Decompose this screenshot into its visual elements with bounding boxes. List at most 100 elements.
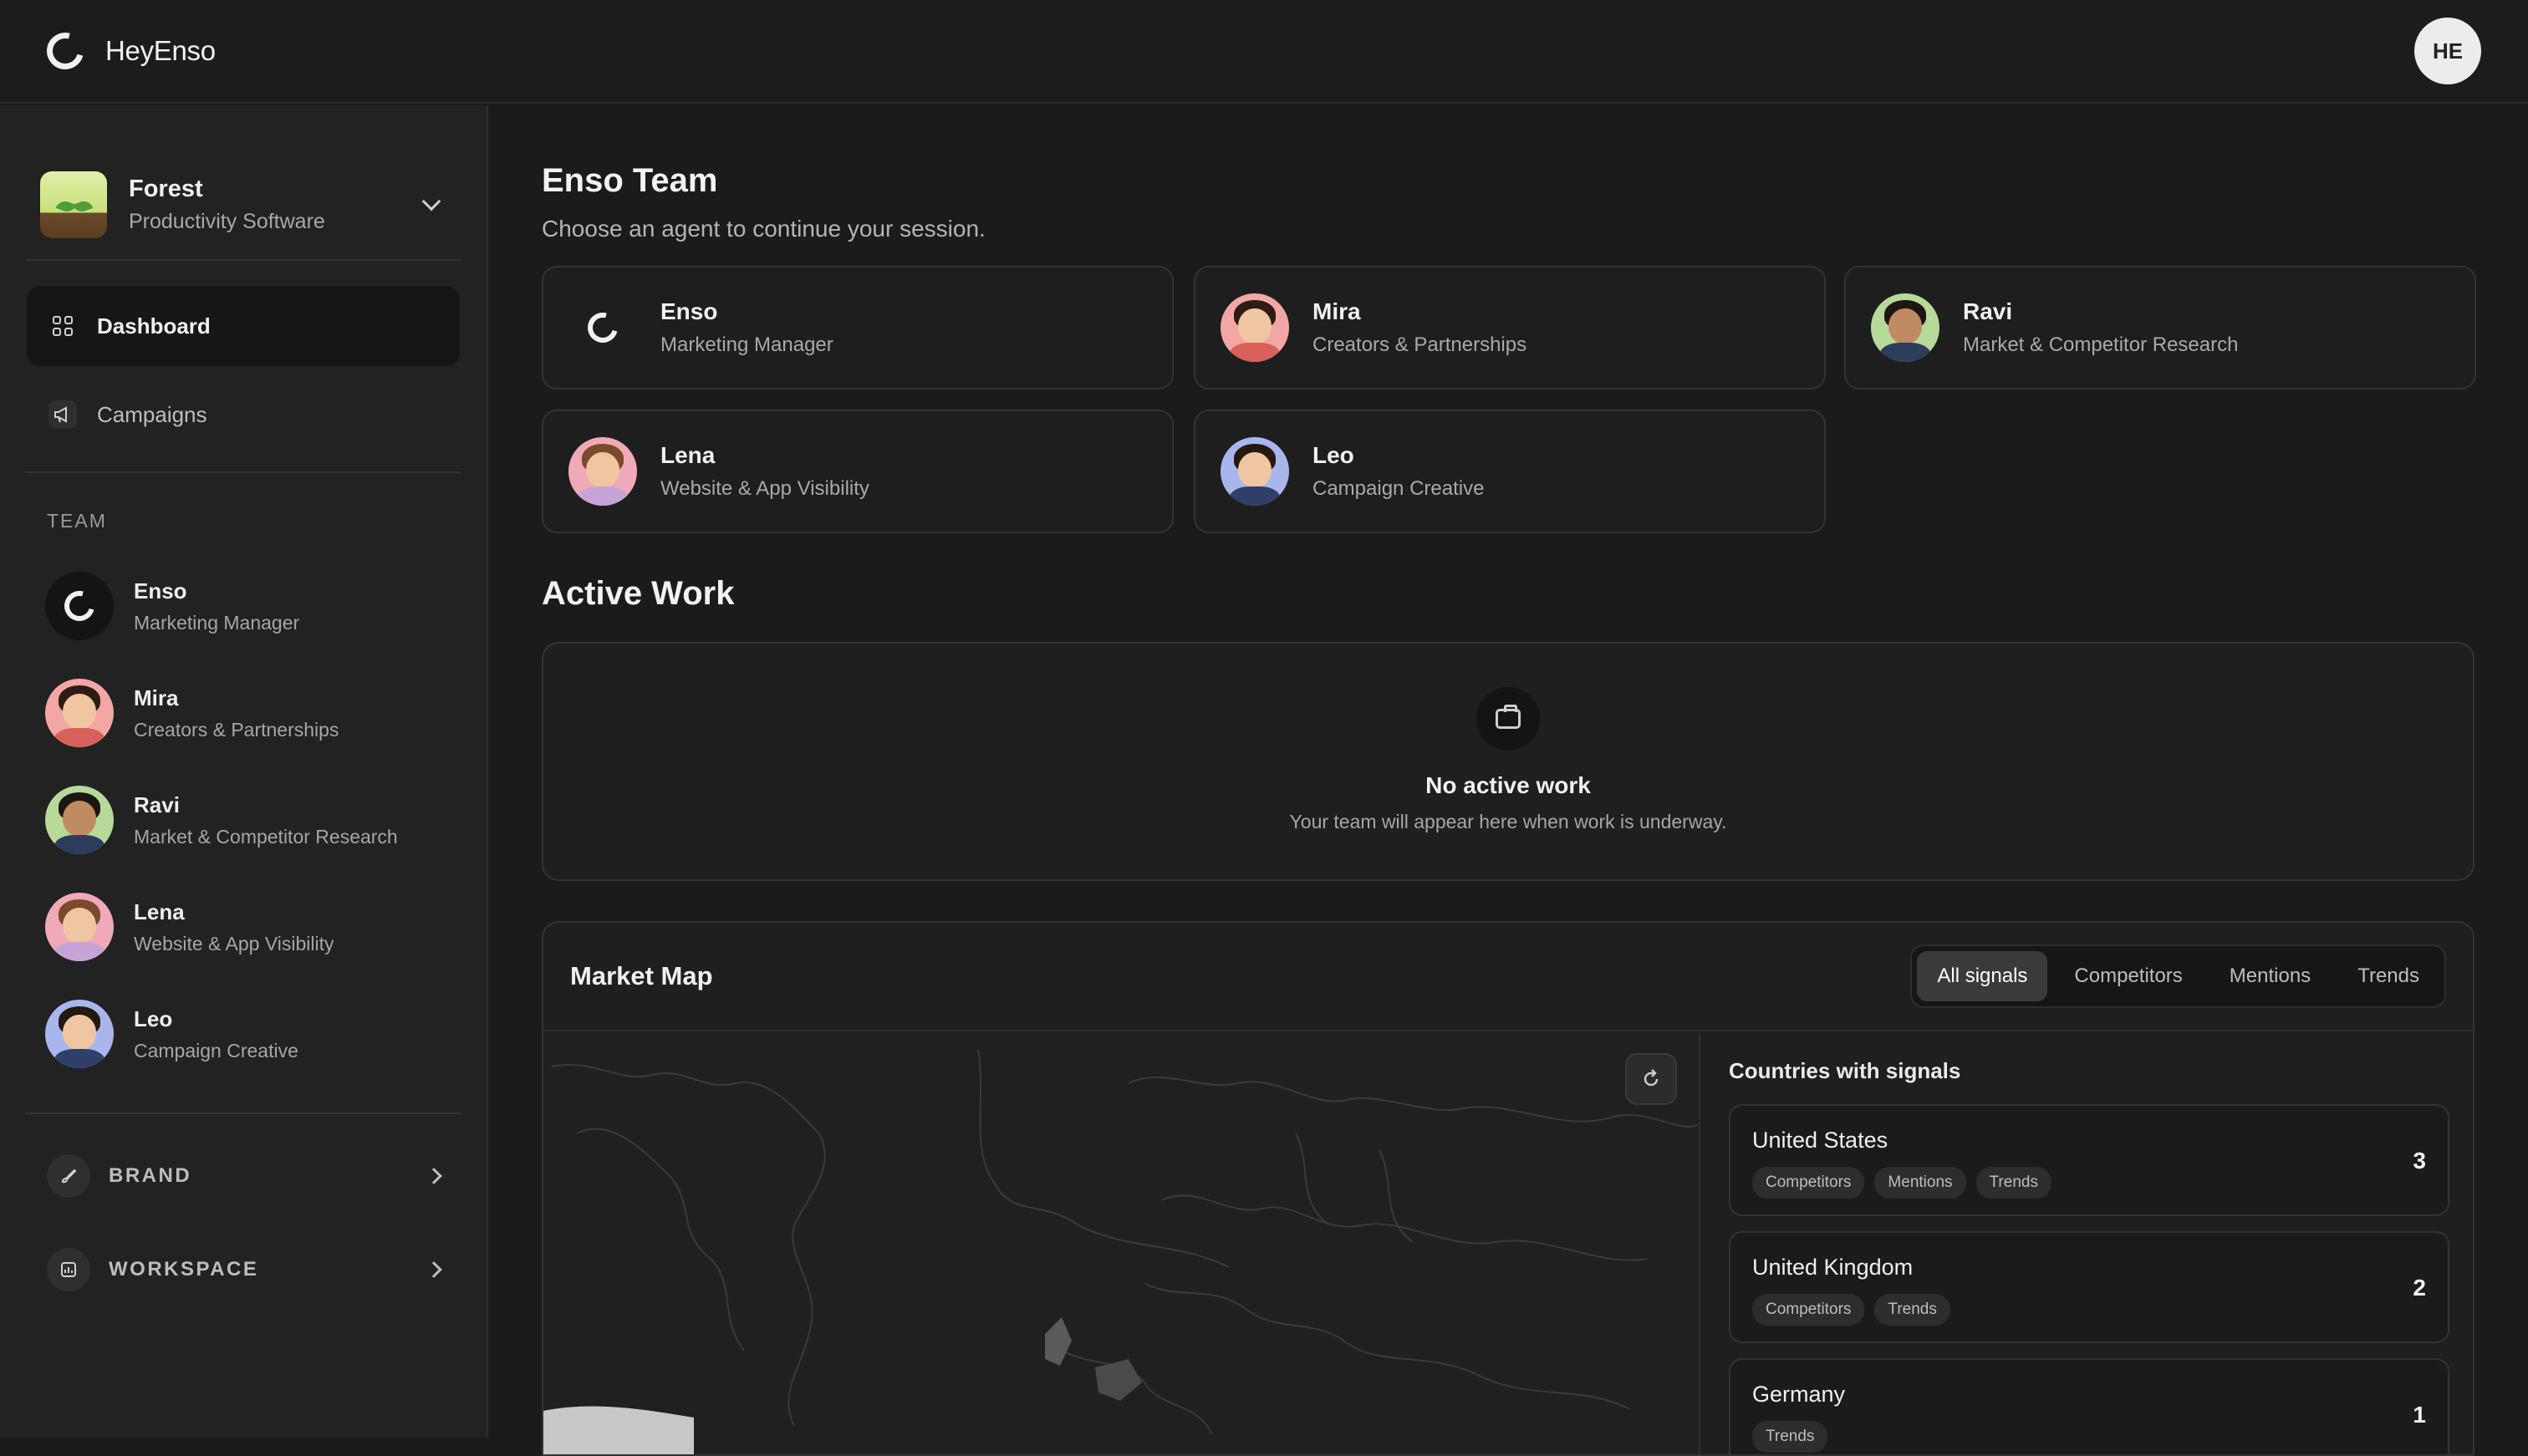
enso-avatar xyxy=(568,293,637,362)
lena-avatar xyxy=(45,893,114,961)
agent-role: Campaign Creative xyxy=(1312,477,1485,500)
leo-avatar xyxy=(45,1000,114,1068)
org-switcher[interactable]: Forest Productivity Software xyxy=(0,105,487,259)
active-work-empty-state: No active work Your team will appear her… xyxy=(542,642,2474,881)
country-name: United States xyxy=(1752,1128,1888,1153)
enso-avatar xyxy=(45,572,114,640)
enso-logo-icon xyxy=(39,25,91,77)
nav-item-campaigns[interactable]: Campaigns xyxy=(27,374,460,455)
team-member-role: Market & Competitor Research xyxy=(134,825,398,848)
market-map-card: Market Map All signals Competitors Menti… xyxy=(542,921,2474,1456)
country-name: Germany xyxy=(1752,1382,1846,1407)
reset-map-button[interactable] xyxy=(1625,1053,1677,1105)
team-subtitle: Choose an agent to continue your session… xyxy=(542,216,986,242)
agent-name: Mira xyxy=(1312,298,1361,324)
ravi-avatar xyxy=(45,786,114,854)
agent-name: Leo xyxy=(1312,442,1354,468)
mira-avatar xyxy=(1221,293,1289,362)
lena-avatar xyxy=(568,437,637,506)
agent-name: Ravi xyxy=(1963,298,2013,324)
chart-icon xyxy=(47,1248,90,1291)
brand-section-label: BRAND xyxy=(109,1164,192,1187)
active-work-title: Active Work xyxy=(542,575,735,612)
nav-item-dashboard[interactable]: Dashboard xyxy=(27,286,460,366)
team-member-mira[interactable]: Mira Creators & Partnerships xyxy=(0,659,487,766)
brand-section-toggle[interactable]: BRAND xyxy=(0,1129,487,1223)
org-logo-icon xyxy=(40,171,107,238)
market-map-header: Market Map All signals Competitors Menti… xyxy=(543,923,2473,1031)
team-member-role: Campaign Creative xyxy=(134,1039,298,1061)
team-member-lena[interactable]: Lena Website & App Visibility xyxy=(0,873,487,980)
country-name: United Kingdom xyxy=(1752,1255,1914,1280)
chevron-down-icon[interactable] xyxy=(421,191,441,211)
country-card-united-kingdom[interactable]: United Kingdom Competitors Trends 2 xyxy=(1729,1231,2449,1343)
countries-title: Countries with signals xyxy=(1729,1058,1961,1083)
agent-role: Marketing Manager xyxy=(660,333,833,356)
team-member-enso[interactable]: Enso Marketing Manager xyxy=(0,552,487,659)
org-category: Productivity Software xyxy=(129,210,325,233)
world-map[interactable] xyxy=(543,1033,1700,1454)
signal-tag: Trends xyxy=(1874,1294,1950,1326)
chevron-right-icon xyxy=(426,1168,442,1184)
signal-filter-tabs: All signals Competitors Mentions Trends xyxy=(1910,944,2446,1008)
grid-icon xyxy=(48,312,77,340)
uk-region xyxy=(1045,1317,1072,1366)
nav-label: Dashboard xyxy=(97,313,211,339)
team-member-role: Website & App Visibility xyxy=(134,932,334,955)
org-name: Forest xyxy=(129,176,203,202)
signal-tag: Competitors xyxy=(1752,1294,1865,1326)
team-section-label: TEAM xyxy=(47,510,107,532)
agent-card-enso[interactable]: Enso Marketing Manager xyxy=(542,266,1174,389)
megaphone-icon xyxy=(48,400,77,429)
team-member-name: Enso xyxy=(134,578,187,603)
chevron-right-icon xyxy=(426,1261,442,1278)
user-avatar-button[interactable]: HE xyxy=(2414,18,2481,84)
leo-avatar xyxy=(1221,437,1289,506)
team-member-leo[interactable]: Leo Campaign Creative xyxy=(0,980,487,1087)
team-member-role: Marketing Manager xyxy=(134,611,300,634)
agent-role: Market & Competitor Research xyxy=(1963,333,2239,356)
team-member-name: Mira xyxy=(134,685,179,710)
empty-subtitle: Your team will appear here when work is … xyxy=(1289,811,1727,832)
agent-card-mira[interactable]: Mira Creators & Partnerships xyxy=(1194,266,1826,389)
team-member-name: Leo xyxy=(134,1005,173,1031)
germany-region xyxy=(1095,1359,1142,1401)
tab-mentions[interactable]: Mentions xyxy=(2209,951,2331,1001)
agent-role: Website & App Visibility xyxy=(660,477,869,500)
tab-trends[interactable]: Trends xyxy=(2337,951,2439,1001)
brush-icon xyxy=(47,1154,90,1198)
signal-count: 1 xyxy=(2413,1402,2426,1428)
team-member-name: Ravi xyxy=(134,792,180,817)
country-card-united-states[interactable]: United States Competitors Mentions Trend… xyxy=(1729,1104,2449,1216)
country-card-germany[interactable]: Germany Trends 1 xyxy=(1729,1358,2449,1454)
refresh-icon xyxy=(1644,1069,1659,1087)
agent-name: Lena xyxy=(660,442,716,468)
agent-card-leo[interactable]: Leo Campaign Creative xyxy=(1194,410,1826,533)
signal-tag: Trends xyxy=(1975,1167,2051,1199)
empty-title: No active work xyxy=(1425,772,1591,798)
main-content: Enso Team Choose an agent to continue yo… xyxy=(490,105,2528,1456)
agent-name: Enso xyxy=(660,298,718,324)
agent-card-lena[interactable]: Lena Website & App Visibility xyxy=(542,410,1174,533)
market-map-title: Market Map xyxy=(570,961,713,990)
team-member-name: Lena xyxy=(134,899,185,924)
top-bar: HeyEnso HE xyxy=(0,0,2528,104)
signal-tag: Trends xyxy=(1752,1421,1828,1453)
sidebar: Forest Productivity Software Dashboard C… xyxy=(0,105,488,1438)
main-nav: Dashboard Campaigns xyxy=(0,261,487,455)
team-member-ravi[interactable]: Ravi Market & Competitor Research xyxy=(0,766,487,873)
us-region xyxy=(543,1406,694,1454)
agent-card-ravi[interactable]: Ravi Market & Competitor Research xyxy=(1844,266,2476,389)
team-title: Enso Team xyxy=(542,162,718,199)
tab-all-signals[interactable]: All signals xyxy=(1917,951,2048,1001)
agent-role: Creators & Partnerships xyxy=(1312,333,1527,356)
workspace-section-toggle[interactable]: WORKSPACE xyxy=(0,1223,487,1316)
workspace-section-label: WORKSPACE xyxy=(109,1258,259,1280)
tab-competitors[interactable]: Competitors xyxy=(2054,951,2202,1001)
brand[interactable]: HeyEnso xyxy=(39,25,216,77)
divider xyxy=(25,1112,461,1114)
signal-count: 3 xyxy=(2413,1148,2426,1173)
team-member-role: Creators & Partnerships xyxy=(134,718,339,741)
signal-tag: Competitors xyxy=(1752,1167,1865,1199)
signal-tag: Mentions xyxy=(1874,1167,1966,1199)
